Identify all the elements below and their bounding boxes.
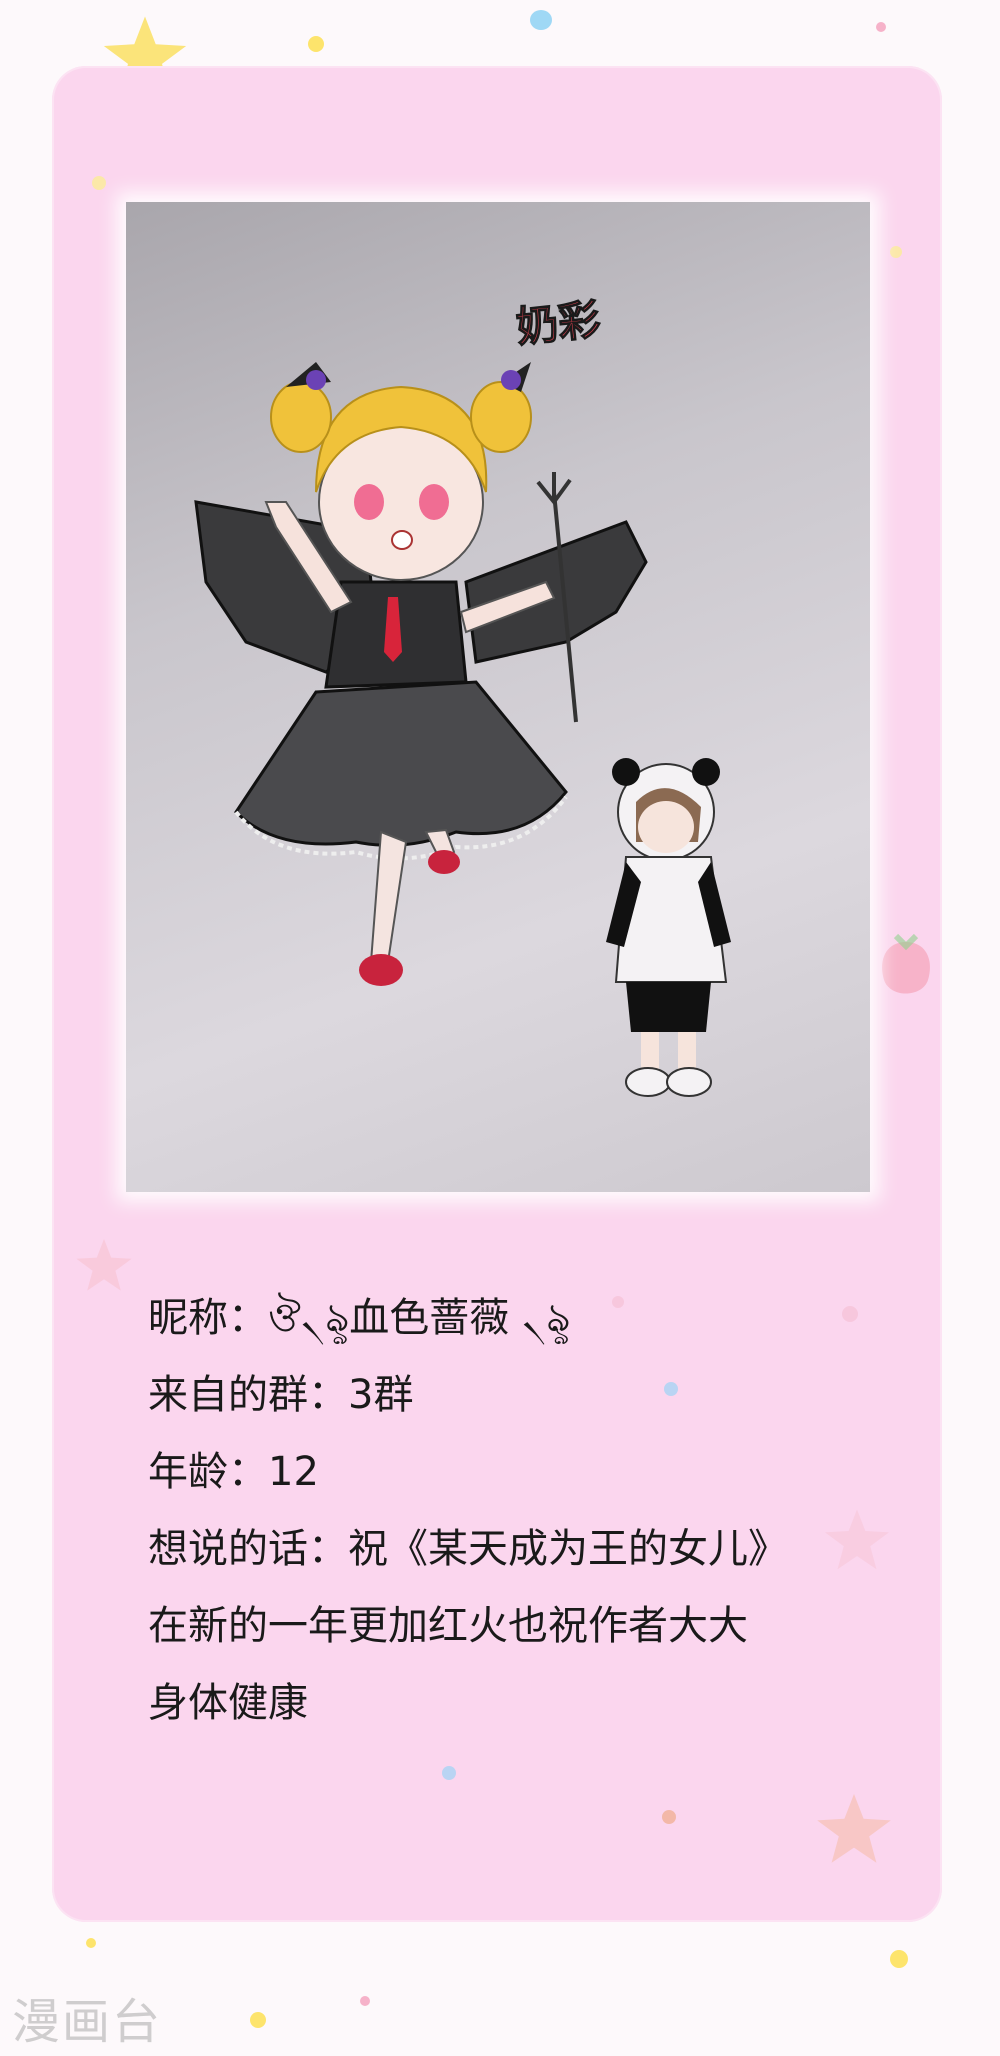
confetti-dot	[890, 246, 902, 258]
star-decoration-icon	[817, 1794, 891, 1863]
confetti-dot	[662, 1810, 676, 1824]
age-row: 年龄：12	[148, 1434, 908, 1511]
nickname-label: 昵称：	[148, 1295, 268, 1341]
message-line-1: 祝《某天成为王的女儿》	[348, 1526, 788, 1572]
group-label: 来自的群：	[148, 1372, 348, 1418]
confetti-dot	[530, 10, 552, 30]
group-row: 来自的群：3群	[148, 1357, 908, 1434]
confetti-dot	[876, 22, 886, 32]
confetti-dot	[92, 176, 106, 190]
confetti-dot	[360, 1996, 370, 2006]
message-line-2: 在新的一年更加红火也祝作者大大	[148, 1603, 748, 1649]
nickname-value: ঔ৲ৡ血色蔷薇 ৲ৡ	[268, 1295, 571, 1341]
confetti-dot	[890, 1950, 908, 1968]
star-decoration-icon	[76, 1239, 132, 1291]
site-watermark: 漫画台	[12, 1994, 163, 2050]
strawberry-icon	[882, 933, 930, 994]
confetti-dot	[442, 1766, 456, 1780]
group-value: 3群	[348, 1372, 414, 1418]
artwork-photo: 奶彩	[126, 202, 870, 1192]
age-label: 年龄：	[148, 1449, 268, 1495]
age-value: 12	[268, 1449, 319, 1495]
nickname-row: 昵称：ঔ৲ৡ血色蔷薇 ৲ৡ	[148, 1280, 908, 1357]
confetti-dot	[308, 36, 324, 52]
artwork-photo-frame: 奶彩	[126, 202, 870, 1192]
message-label: 想说的话：	[148, 1526, 348, 1572]
confetti-dot	[86, 1938, 96, 1948]
fan-art-drawing: 奶彩	[194, 294, 731, 1097]
message-line-3: 身体健康	[148, 1680, 308, 1726]
confetti-dot	[250, 2012, 266, 2028]
message-row: 想说的话：祝《某天成为王的女儿》	[148, 1511, 908, 1588]
submission-info: 昵称：ঔ৲ৡ血色蔷薇 ৲ৡ 来自的群：3群 年龄：12 想说的话：祝《某天成为王…	[148, 1280, 908, 1742]
artist-signature: 奶彩	[514, 294, 603, 352]
